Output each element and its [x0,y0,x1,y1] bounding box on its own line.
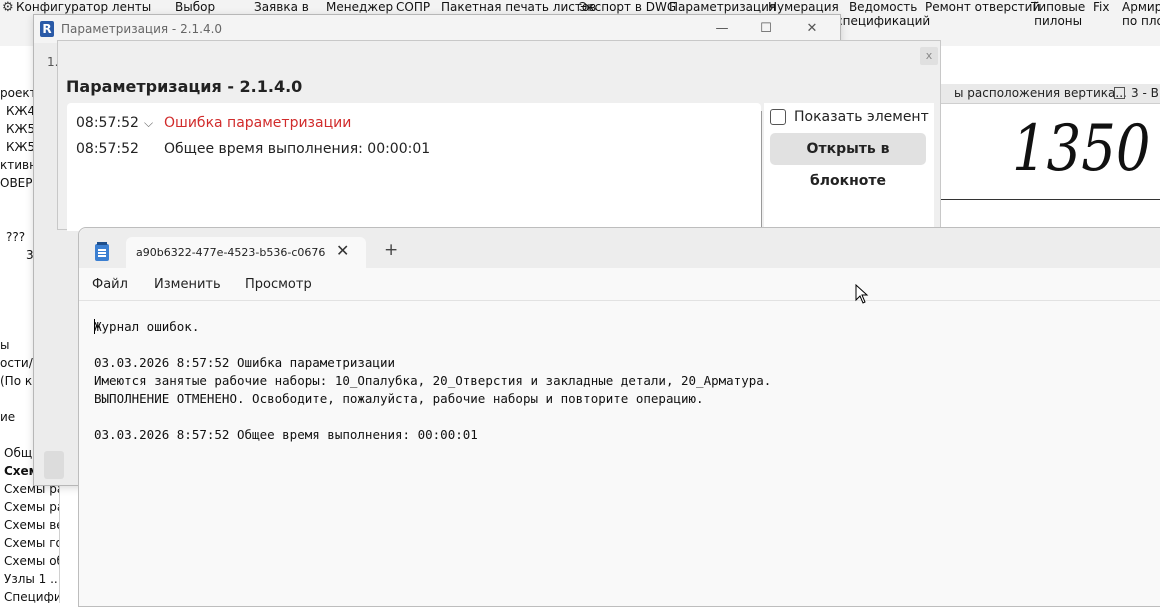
browser-item[interactable]: КЖ5 [6,122,35,136]
ribbon-item-export-dwg[interactable]: Экспорт в DWG [579,0,676,14]
browser-item[interactable]: ктивн [0,158,37,172]
notepad-window: a90b6322-477e-4523-b536-c0676 ✕ + Файл И… [78,227,1160,607]
view-tabs: ы расположения вертика... 3 - В [930,84,1160,104]
ribbon-item-parametrization[interactable]: Параметризация [669,0,776,14]
maximize-icon[interactable]: ☐ [754,19,778,39]
menu-file[interactable]: Файл [92,277,128,292]
revit-logo-icon: R [40,21,54,37]
ribbon-item-manager[interactable]: Менеджер [326,0,393,14]
log-row[interactable]: 08:57:52 Общее время выполнения: 00:00:01 [76,141,430,157]
chevron-down-icon[interactable]: ⌵ [144,116,164,131]
notepad-icon [95,242,109,261]
drawing-canvas[interactable]: 1350 [940,104,1160,200]
browser-item[interactable]: Узлы 1 ... [4,572,59,586]
ribbon-item-sopr[interactable]: СОПР [396,0,430,14]
minimize-icon[interactable]: — [710,19,734,39]
dialog-close-button[interactable]: x [920,47,938,65]
window-title: Параметризация - 2.1.4.0 [61,22,223,36]
text-caret [94,319,95,334]
show-element-label: Показать элемент [794,109,929,125]
show-element-checkbox[interactable]: Показать элемент [770,109,929,125]
ribbon-item-typical-pylons[interactable]: Типовые пилоны [1031,0,1085,28]
browser-item[interactable]: ОВЕР [0,176,33,190]
browser-item[interactable]: ие [0,410,15,424]
browser-item[interactable]: ??? [6,230,25,244]
window-button[interactable] [44,451,64,479]
divider[interactable] [761,111,762,231]
menu-edit[interactable]: Изменить [154,277,221,292]
ribbon-item-request[interactable]: Заявка в [254,0,309,14]
browser-item[interactable]: Схемы гор [4,536,59,550]
browser-item[interactable]: Схемы ра [4,500,59,514]
ribbon-item-ribbon-config[interactable]: Конфигуратор ленты [16,0,151,14]
menu-view[interactable]: Просмотр [245,277,312,292]
view-tab-label: 3 - В [1131,86,1159,100]
actions-panel: Показать элемент Открыть в блокноте [764,103,934,231]
notepad-menubar: Файл Изменить Просмотр [79,268,1160,301]
notepad-tabbar[interactable]: a90b6322-477e-4523-b536-c0676 ✕ + [79,228,1160,268]
ribbon-item-hole-repair[interactable]: Ремонт отверстий [925,0,1040,14]
gear-icon[interactable]: ⚙ [2,0,14,15]
ribbon-item-reinforce-area[interactable]: Армир по пло [1122,0,1160,28]
ribbon-item-batch-print[interactable]: Пакетная печать листов [441,0,596,14]
notepad-tab-title: a90b6322-477e-4523-b536-c0676 [136,246,326,259]
new-tab-icon[interactable]: + [384,242,398,259]
view-tab[interactable]: 3 - В [1114,86,1159,100]
view-tab[interactable]: ы расположения вертика... [954,86,1127,100]
browser-item[interactable]: Схемы об [4,554,59,568]
browser-item[interactable]: (По к [0,374,32,388]
browser-item[interactable]: Специфи [4,590,59,603]
checkbox-box[interactable] [770,109,786,125]
ribbon-item-fix[interactable]: Fix [1093,0,1109,14]
dialog-title: Параметризация - 2.1.4.0 [66,77,303,96]
log-time: 08:57:52 [76,115,139,131]
ribbon-item-numbering[interactable]: Нумерация [768,0,839,14]
log-panel: 08:57:52 ⌵ Ошибка параметризации 08:57:52 О… [67,103,761,231]
open-in-notepad-button[interactable]: Открыть в блокноте [770,133,926,189]
ribbon-item-spec-sheet[interactable]: Ведомость спецификаций [836,0,930,28]
sheet-icon [1114,87,1125,99]
window-titlebar[interactable]: R Параметризация - 2.1.4.0 — ☐ ✕ [34,15,840,43]
browser-item[interactable]: КЖ4 [6,104,35,118]
dimension-text: 1350 [1012,112,1151,186]
browser-item[interactable]: ы [0,338,9,352]
browser-item[interactable]: Общ [4,446,32,460]
log-message-error: Ошибка параметризации [164,115,352,131]
browser-item[interactable]: КЖ5 [6,140,35,154]
notepad-tab[interactable]: a90b6322-477e-4523-b536-c0676 ✕ [126,237,366,268]
log-time: 08:57:52 [76,141,139,157]
close-icon[interactable]: ✕ [336,241,349,260]
ribbon-item-select[interactable]: Выбор [175,0,215,14]
log-row[interactable]: 08:57:52 ⌵ Ошибка параметризации [76,115,351,131]
parametrization-dialog: x Параметризация - 2.1.4.0 08:57:52 ⌵ Ошиб… [57,40,941,231]
close-icon[interactable]: ✕ [800,19,824,39]
browser-item[interactable]: Схемы вер [4,518,59,532]
notepad-text-area[interactable]: Журнал ошибок. 03.03.2026 8:57:52 Ошибка… [94,318,771,444]
log-message: Общее время выполнения: 00:00:01 [164,141,431,157]
